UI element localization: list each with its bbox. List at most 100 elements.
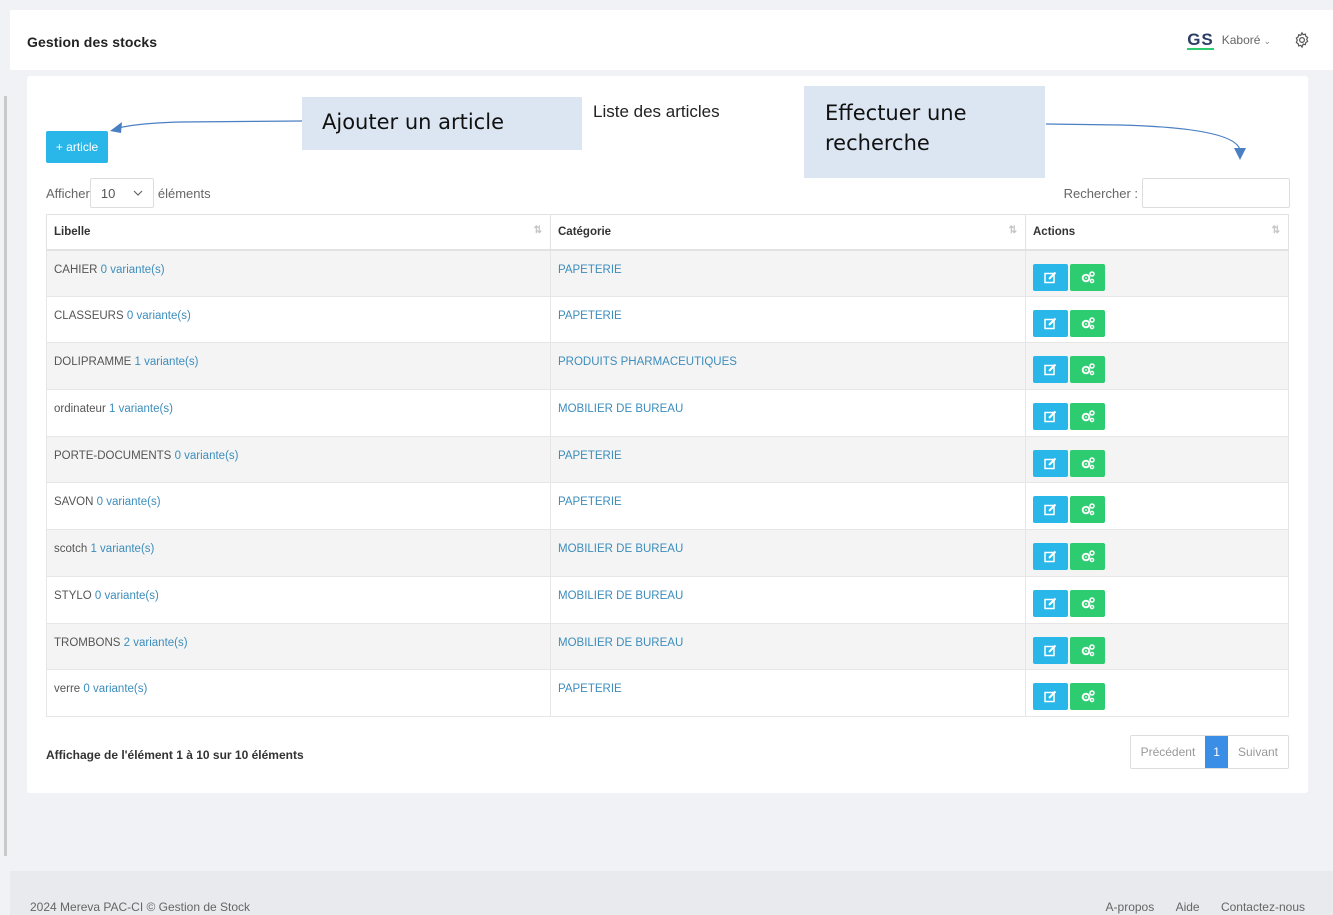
cell-categorie: PAPETERIE bbox=[550, 669, 1026, 717]
variants-link[interactable]: 1 variante(s) bbox=[135, 356, 199, 368]
table-row: CLASSEURS 0 variante(s) PAPETERIE bbox=[46, 295, 1289, 344]
variants-link[interactable]: 0 variante(s) bbox=[101, 264, 165, 276]
table-header-row: Libelle ⇅ Catégorie ⇅ Actions ⇅ bbox=[46, 214, 1289, 251]
category-link[interactable]: PAPETERIE bbox=[558, 264, 622, 276]
edit-button[interactable] bbox=[1033, 403, 1068, 431]
pagination-page-1[interactable]: 1 bbox=[1205, 736, 1228, 768]
article-name: STYLO bbox=[54, 589, 92, 602]
cell-categorie: PAPETERIE bbox=[550, 482, 1026, 531]
edit-icon bbox=[1044, 597, 1057, 610]
cogs-icon bbox=[1081, 410, 1095, 423]
footer-link-aide[interactable]: Aide bbox=[1176, 900, 1200, 914]
table-row: verre 0 variante(s) PAPETERIE bbox=[46, 669, 1289, 717]
edit-button[interactable] bbox=[1033, 589, 1068, 617]
column-header-label: Catégorie bbox=[558, 225, 612, 238]
category-link[interactable]: PAPETERIE bbox=[558, 450, 622, 462]
cell-actions bbox=[1025, 435, 1289, 484]
cell-categorie: MOBILIER DE BUREAU bbox=[550, 529, 1026, 577]
column-header-categorie[interactable]: Catégorie ⇅ bbox=[550, 214, 1026, 251]
cell-actions bbox=[1025, 575, 1289, 624]
variants-link[interactable]: 1 variante(s) bbox=[109, 403, 173, 415]
article-name: DOLIPRAMME bbox=[54, 356, 132, 369]
edit-icon bbox=[1044, 504, 1057, 516]
article-name: ordinateur bbox=[54, 403, 106, 416]
configure-button[interactable] bbox=[1070, 356, 1105, 384]
gear-icon[interactable] bbox=[1293, 31, 1311, 49]
chevron-down-icon bbox=[133, 190, 143, 196]
edit-button[interactable] bbox=[1033, 449, 1068, 477]
edit-icon bbox=[1044, 457, 1057, 469]
length-suffix: éléments bbox=[157, 185, 211, 201]
category-link[interactable]: MOBILIER DE BUREAU bbox=[558, 590, 683, 602]
articles-table: Libelle ⇅ Catégorie ⇅ Actions ⇅ CAHIER 0 va… bbox=[46, 214, 1289, 717]
variants-link[interactable]: 1 variante(s) bbox=[90, 543, 154, 555]
category-link[interactable]: MOBILIER DE BUREAU bbox=[558, 543, 683, 555]
configure-button[interactable] bbox=[1070, 309, 1105, 337]
category-link[interactable]: PAPETERIE bbox=[558, 683, 622, 695]
cell-libelle: verre 0 variante(s) bbox=[46, 669, 551, 717]
edit-button[interactable] bbox=[1033, 309, 1068, 337]
variants-link[interactable]: 0 variante(s) bbox=[95, 590, 159, 602]
cell-libelle: SAVON 0 variante(s) bbox=[46, 482, 551, 531]
cell-actions bbox=[1025, 342, 1289, 391]
category-link[interactable]: PAPETERIE bbox=[558, 310, 622, 322]
footer-link-contact[interactable]: Contactez-nous bbox=[1221, 900, 1305, 914]
pagination-previous[interactable]: Précédent bbox=[1130, 736, 1206, 768]
category-link[interactable]: PAPETERIE bbox=[558, 496, 622, 508]
page-length-select[interactable]: 10 bbox=[89, 178, 154, 208]
footer-link-apropos[interactable]: A-propos bbox=[1106, 900, 1155, 914]
article-name: CAHIER bbox=[54, 263, 98, 276]
configure-button[interactable] bbox=[1070, 403, 1105, 431]
sort-icon: ⇅ bbox=[533, 225, 542, 236]
footer-copyright: 2024 Mereva PAC-CI © Gestion de Stock bbox=[30, 900, 251, 914]
table-info: Affichage de l'élément 1 à 10 sur 10 élé… bbox=[46, 748, 304, 762]
configure-button[interactable] bbox=[1070, 543, 1105, 571]
edit-button[interactable] bbox=[1033, 683, 1068, 711]
edit-button[interactable] bbox=[1033, 496, 1068, 524]
edit-button[interactable] bbox=[1033, 356, 1068, 384]
edit-button[interactable] bbox=[1033, 636, 1068, 664]
configure-button[interactable] bbox=[1070, 683, 1105, 711]
configure-button[interactable] bbox=[1070, 449, 1105, 477]
category-link[interactable]: MOBILIER DE BUREAU bbox=[558, 637, 683, 649]
edit-icon bbox=[1044, 364, 1057, 376]
category-link[interactable]: MOBILIER DE BUREAU bbox=[558, 403, 683, 415]
pagination: Précédent 1 Suivant bbox=[1129, 735, 1289, 769]
cell-actions bbox=[1025, 295, 1289, 344]
cell-actions bbox=[1025, 529, 1289, 577]
cell-libelle: PORTE-DOCUMENTS 0 variante(s) bbox=[46, 435, 551, 484]
gs-logo: GS bbox=[1187, 30, 1214, 50]
add-article-button[interactable]: + article bbox=[46, 131, 108, 163]
configure-button[interactable] bbox=[1070, 263, 1105, 291]
edit-button[interactable] bbox=[1033, 543, 1068, 571]
variants-link[interactable]: 0 variante(s) bbox=[175, 450, 239, 462]
cell-categorie: PAPETERIE bbox=[550, 435, 1026, 484]
article-name: TROMBONS bbox=[54, 636, 121, 649]
cogs-icon bbox=[1081, 270, 1095, 283]
category-link[interactable]: PRODUITS PHARMACEUTIQUES bbox=[558, 356, 737, 368]
variants-link[interactable]: 0 variante(s) bbox=[127, 310, 191, 322]
cogs-icon bbox=[1081, 363, 1095, 376]
footer-links: A-propos Aide Contactez-nous bbox=[1088, 900, 1305, 914]
variants-link[interactable]: 2 variante(s) bbox=[124, 637, 188, 649]
cell-categorie: PAPETERIE bbox=[550, 249, 1026, 297]
column-header-label: Libelle bbox=[54, 225, 91, 238]
column-header-libelle[interactable]: Libelle ⇅ bbox=[46, 214, 551, 251]
configure-button[interactable] bbox=[1070, 589, 1105, 617]
configure-button[interactable] bbox=[1070, 496, 1105, 524]
article-name: verre bbox=[54, 683, 81, 696]
search-input[interactable] bbox=[1142, 178, 1290, 208]
annotation-text-line1: Effectuer une bbox=[825, 101, 967, 125]
user-menu[interactable]: Kaboré ⌄ bbox=[1222, 33, 1271, 47]
edit-button[interactable] bbox=[1033, 263, 1068, 291]
column-header-actions[interactable]: Actions ⇅ bbox=[1025, 214, 1289, 251]
pagination-next[interactable]: Suivant bbox=[1227, 736, 1288, 768]
variants-link[interactable]: 0 variante(s) bbox=[97, 496, 161, 508]
configure-button[interactable] bbox=[1070, 636, 1105, 664]
cell-categorie: PRODUITS PHARMACEUTIQUES bbox=[550, 342, 1026, 391]
cogs-icon bbox=[1081, 503, 1095, 516]
annotation-text: Ajouter un article bbox=[322, 110, 504, 134]
edit-icon bbox=[1044, 644, 1057, 656]
cell-categorie: PAPETERIE bbox=[550, 295, 1026, 344]
variants-link[interactable]: 0 variante(s) bbox=[83, 683, 147, 695]
